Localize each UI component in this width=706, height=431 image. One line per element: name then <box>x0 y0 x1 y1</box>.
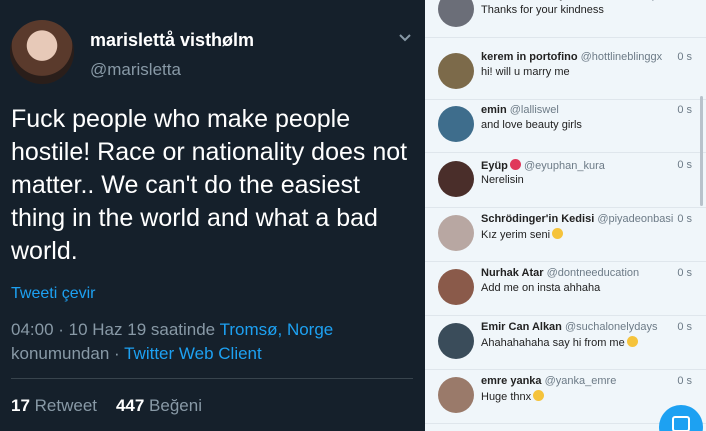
reply-time: 0 s <box>677 159 692 171</box>
reply-author[interactable]: Emir Can Alkan @suchalonelydays <box>481 321 657 333</box>
avatar[interactable] <box>438 269 474 305</box>
emoji-icon <box>533 390 545 401</box>
avatar[interactable] <box>438 53 474 89</box>
likes-label[interactable]: Beğeni <box>149 396 202 415</box>
reply-author[interactable]: Nurhak Atar @dontneeducation <box>481 267 639 279</box>
emoji-icon <box>626 336 638 347</box>
reply-message: Huge thnx <box>481 390 545 403</box>
retweets-count[interactable]: 17 <box>11 396 30 415</box>
emoji-icon <box>552 228 564 239</box>
reply-time: 0 s <box>677 51 692 63</box>
replies-panel: Efe Can Karabıyık @efecankarabiyik Thanks… <box>425 0 706 431</box>
user-handle[interactable]: @marisletta <box>90 60 181 80</box>
reply-time: 0 s <box>677 104 692 116</box>
reply-message: and love beauty girls <box>481 119 582 131</box>
emoji-icon <box>509 159 521 170</box>
reply-author[interactable]: kerem in portofino @hottlineblinggx <box>481 51 662 63</box>
retweets-label[interactable]: Retweet <box>35 396 97 415</box>
reply-author[interactable]: Schrödinger'in Kedisi @piyadeonbasi <box>481 213 673 225</box>
location-link[interactable]: Tromsø, Norge <box>220 320 334 339</box>
avatar[interactable] <box>438 323 474 359</box>
reply-author[interactable]: emre yanka @yanka_emre <box>481 375 616 387</box>
reply-message: Kız yerim seni <box>481 228 564 241</box>
reply-message: Add me on insta ahhaha <box>481 282 601 294</box>
reply-row[interactable]: emin @lalliswel and love beauty girls 0 s <box>425 99 706 153</box>
reply-row[interactable]: Nurhak Atar @dontneeducation Add me on in… <box>425 262 706 316</box>
avatar[interactable] <box>438 0 474 27</box>
reply-row[interactable]: Schrödinger'in Kedisi @piyadeonbasi Kız y… <box>425 208 706 262</box>
avatar[interactable] <box>438 106 474 142</box>
tweet-timestamp: 04:00 · 10 Haz 19 saatinde <box>11 320 216 339</box>
reply-message: hi! will u marry me <box>481 66 570 78</box>
reply-time: 0 s <box>677 375 692 387</box>
reply-time: 0 s <box>677 213 692 225</box>
reply-row[interactable]: Eyüp @eyuphan_kura Nerelisin 0 s <box>425 154 706 208</box>
likes-count[interactable]: 447 <box>116 396 144 415</box>
reply-author[interactable]: Eyüp @eyuphan_kura <box>481 159 605 172</box>
reply-row[interactable]: Emir Can Alkan @suchalonelydays Ahahahaha… <box>425 316 706 370</box>
tweet-meta: 04:00 · 10 Haz 19 saatinde Tromsø, Norge… <box>11 318 416 366</box>
client-link[interactable]: Twitter Web Client <box>124 344 262 363</box>
translate-tweet-link[interactable]: Tweeti çevir <box>11 285 95 303</box>
meta-from: konumundan · <box>11 344 120 363</box>
reply-message: Nerelisin <box>481 174 524 186</box>
avatar[interactable] <box>10 20 74 84</box>
tweet-stats: 17 Retweet 447 Beğeni <box>11 396 202 416</box>
tweet-detail-panel: marislettå visthølm @marisletta Fuck peo… <box>0 0 425 431</box>
reply-time: 0 s <box>677 321 692 333</box>
reply-message: Thanks for your kindness <box>481 4 604 16</box>
tweet-text: Fuck people who make people hostile! Rac… <box>11 105 408 265</box>
display-name[interactable]: marislettå visthølm <box>90 30 254 51</box>
new-message-icon <box>672 416 690 431</box>
reply-author[interactable]: emin @lalliswel <box>481 104 559 116</box>
reply-message: Ahahahahaha say hi from me <box>481 336 638 349</box>
avatar[interactable] <box>438 377 474 413</box>
avatar[interactable] <box>438 161 474 197</box>
reply-row[interactable]: Efe Can Karabıyık @efecankarabiyik Thanks… <box>425 0 706 38</box>
chevron-down-icon[interactable] <box>398 30 412 44</box>
scrollbar[interactable] <box>700 96 703 206</box>
reply-time: 0 s <box>677 0 692 1</box>
reply-time: 0 s <box>677 267 692 279</box>
reply-author[interactable]: Efe Can Karabıyık @efecankarabiyik <box>481 0 665 1</box>
avatar[interactable] <box>438 215 474 251</box>
divider <box>11 378 413 379</box>
reply-row[interactable]: kerem in portofino @hottlineblinggx hi! w… <box>425 46 706 100</box>
